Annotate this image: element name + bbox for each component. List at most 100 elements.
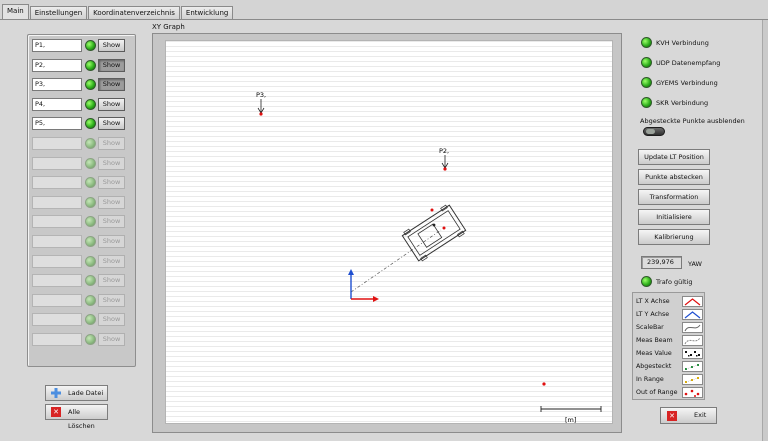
kalibrierung-button[interactable]: Kalibrierung bbox=[638, 229, 710, 245]
status-label: GYEMS Verbindung bbox=[656, 79, 718, 87]
point-status-led bbox=[85, 59, 96, 71]
show-button[interactable]: Show bbox=[98, 117, 125, 131]
point-status-led bbox=[85, 196, 96, 208]
show-button[interactable]: Show bbox=[98, 137, 125, 150]
red-line-icon[interactable] bbox=[682, 296, 703, 307]
black-dots-icon[interactable] bbox=[682, 348, 703, 359]
window-scrollbar[interactable] bbox=[762, 20, 768, 441]
point-status-led bbox=[85, 98, 96, 110]
point-status-led bbox=[85, 40, 96, 51]
tab-bar: Main Einstellungen Koordinatenverzeichnis E… bbox=[2, 4, 234, 20]
point-row: Show bbox=[32, 293, 132, 307]
transformation-button[interactable]: Transformation bbox=[638, 189, 710, 205]
point-status-led bbox=[85, 275, 96, 287]
tab-einstellungen[interactable]: Einstellungen bbox=[29, 6, 88, 20]
legend-label: Meas Value bbox=[636, 350, 672, 357]
legend-label: In Range bbox=[636, 376, 664, 383]
lt-x-axis-arrow bbox=[373, 296, 379, 302]
initialisiere-button[interactable]: Initialisiere bbox=[638, 209, 710, 225]
vehicle-point-red-2 bbox=[442, 226, 446, 230]
plot-area[interactable]: P3, P2, [m] bbox=[165, 40, 613, 424]
red-dots-icon[interactable] bbox=[682, 387, 703, 398]
close-icon: ✕ bbox=[51, 407, 61, 417]
point-row: P3, Show bbox=[32, 78, 132, 92]
point-name-field[interactable] bbox=[32, 195, 82, 209]
point-name-field[interactable] bbox=[32, 235, 82, 248]
exit-label: Exit bbox=[694, 411, 707, 419]
point-row: Show bbox=[32, 137, 132, 150]
tab-main[interactable]: Main bbox=[2, 4, 29, 20]
punkte-abstecken-button[interactable]: Punkte abstecken bbox=[638, 169, 710, 185]
status-gyems: GYEMS Verbindung bbox=[641, 77, 761, 89]
point-name-field[interactable]: P2, bbox=[32, 58, 82, 72]
legend-label: LT Y Achse bbox=[636, 311, 670, 318]
point-name-field[interactable]: P5, bbox=[32, 117, 82, 131]
status-led bbox=[641, 37, 652, 48]
show-button[interactable]: Show bbox=[98, 156, 125, 170]
point-name-field[interactable] bbox=[32, 274, 82, 288]
point-name-field[interactable] bbox=[32, 176, 82, 190]
show-button[interactable]: Show bbox=[98, 254, 125, 268]
point-name-field[interactable] bbox=[32, 137, 82, 150]
point-p3[interactable] bbox=[259, 112, 263, 116]
show-button[interactable]: Show bbox=[98, 333, 125, 346]
point-name-field[interactable] bbox=[32, 293, 82, 307]
load-file-button[interactable]: Lade Datei bbox=[45, 385, 108, 401]
show-button[interactable]: Show bbox=[98, 97, 125, 111]
yellow-dots-icon[interactable] bbox=[682, 374, 703, 385]
point-name-field[interactable] bbox=[32, 215, 82, 229]
show-button[interactable]: Show bbox=[98, 195, 125, 209]
point-name-field[interactable] bbox=[32, 313, 82, 327]
show-button[interactable]: Show bbox=[98, 58, 125, 72]
show-button[interactable]: Show bbox=[98, 313, 125, 327]
blue-line-icon[interactable] bbox=[682, 309, 703, 320]
exit-button[interactable]: ✕ Exit bbox=[660, 407, 717, 424]
point-name-field[interactable] bbox=[32, 156, 82, 170]
update-lt-position-button[interactable]: Update LT Position bbox=[638, 149, 710, 165]
point-name-field[interactable] bbox=[32, 254, 82, 268]
clear-all-button[interactable]: ✕ Alle Löschen bbox=[45, 404, 108, 430]
tab-entwicklung[interactable]: Entwicklung bbox=[180, 6, 234, 20]
legend-row: ScaleBar bbox=[636, 322, 706, 334]
show-button[interactable]: Show bbox=[98, 78, 125, 92]
point-row: Show bbox=[32, 156, 132, 170]
tab-koordinatenverzeichnis[interactable]: Koordinatenverzeichnis bbox=[88, 6, 180, 20]
show-button[interactable]: Show bbox=[98, 39, 125, 52]
legend-label: Meas Beam bbox=[636, 337, 673, 344]
show-button[interactable]: Show bbox=[98, 235, 125, 248]
point-status-led bbox=[85, 138, 96, 149]
status-label: SKR Verbindung bbox=[656, 99, 709, 107]
point-name-field[interactable]: P3, bbox=[32, 78, 82, 92]
plus-icon bbox=[51, 388, 61, 398]
legend-row: Abgesteckt bbox=[636, 361, 706, 373]
green-dots-icon[interactable] bbox=[682, 361, 703, 372]
grey-line-icon[interactable] bbox=[682, 322, 703, 333]
status-led bbox=[641, 57, 652, 68]
graph-title: XY Graph bbox=[152, 23, 185, 31]
yaw-label: YAW bbox=[688, 260, 702, 268]
point-row: P4, Show bbox=[32, 97, 132, 111]
lt-y-axis-arrow bbox=[348, 269, 354, 275]
point-status-led bbox=[85, 118, 96, 130]
legend-row: LT X Achse bbox=[636, 296, 706, 308]
point-name-field[interactable] bbox=[32, 333, 82, 346]
hide-points-toggle[interactable] bbox=[643, 127, 665, 136]
vehicle-outline bbox=[401, 204, 467, 262]
meas-beam bbox=[350, 229, 442, 293]
status-led bbox=[641, 77, 652, 88]
show-button[interactable]: Show bbox=[98, 274, 125, 288]
point-name-field[interactable]: P4, bbox=[32, 97, 82, 111]
point-p2[interactable] bbox=[443, 167, 447, 171]
show-button[interactable]: Show bbox=[98, 215, 125, 229]
point-status-led bbox=[85, 79, 96, 91]
legend-row: Meas Beam bbox=[636, 335, 706, 347]
grey-dashed-line-icon[interactable] bbox=[682, 335, 703, 346]
show-button[interactable]: Show bbox=[98, 293, 125, 307]
legend-label: ScaleBar bbox=[636, 324, 664, 331]
point-name-field[interactable]: P1, bbox=[32, 39, 82, 52]
out-of-range-point[interactable] bbox=[542, 382, 546, 386]
status-udp: UDP Datenempfang bbox=[641, 57, 761, 69]
xy-graph: P3, P2, [m] bbox=[152, 33, 622, 433]
status-label: UDP Datenempfang bbox=[656, 59, 721, 67]
show-button[interactable]: Show bbox=[98, 176, 125, 190]
